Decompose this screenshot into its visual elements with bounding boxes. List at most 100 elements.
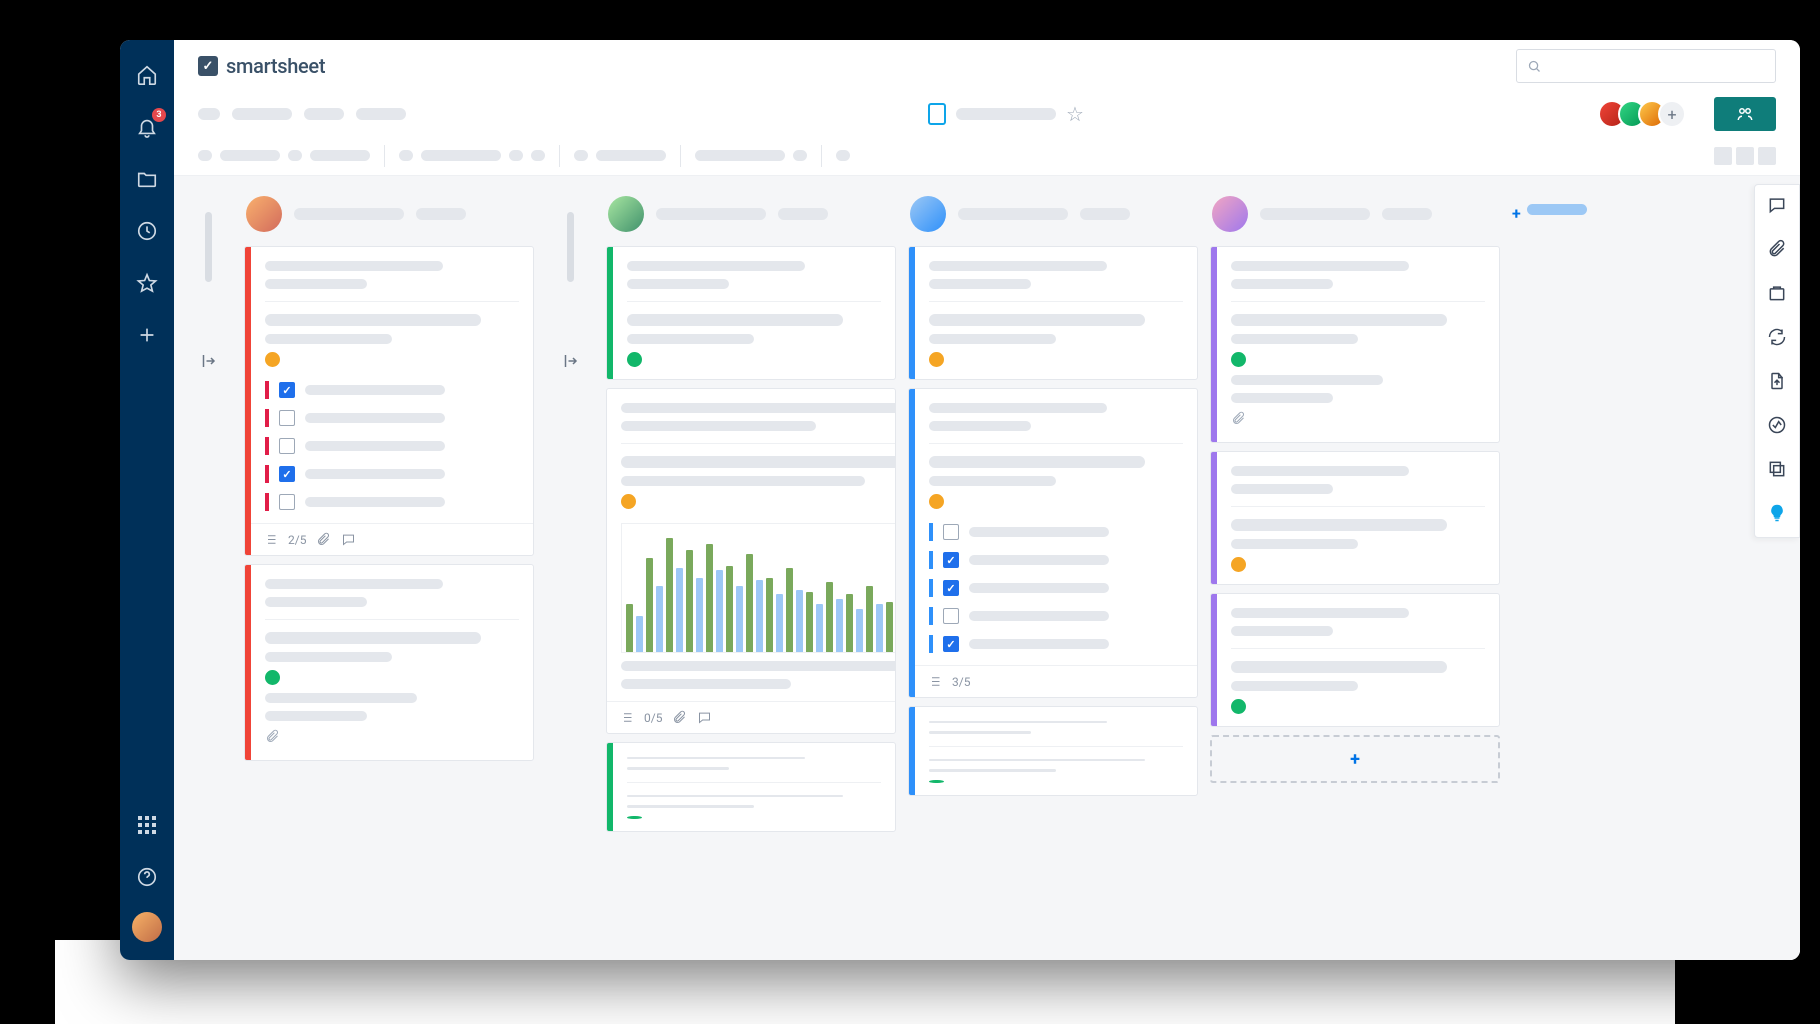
add-column-button[interactable]: + <box>1512 192 1587 960</box>
tool-skel[interactable] <box>596 150 666 161</box>
kanban-card[interactable] <box>1210 246 1500 443</box>
nav-add[interactable] <box>130 318 164 352</box>
doc-icon <box>928 103 946 125</box>
column-avatar[interactable] <box>246 196 282 232</box>
tool-skel[interactable] <box>421 150 501 161</box>
nav-browse[interactable] <box>130 162 164 196</box>
checkbox[interactable] <box>943 636 959 652</box>
checklist-item[interactable] <box>929 551 1183 569</box>
tool-skel[interactable] <box>220 150 280 161</box>
kanban-card[interactable] <box>1210 593 1500 727</box>
text-placeholder <box>929 261 1107 271</box>
titlebar: ☆ + <box>174 92 1800 136</box>
tool-skel[interactable] <box>399 150 413 161</box>
tool-skel[interactable] <box>695 150 785 161</box>
text-placeholder <box>1231 608 1409 618</box>
kanban-card[interactable]: 3/5 <box>908 388 1198 698</box>
add-collaborator-button[interactable]: + <box>1658 100 1686 128</box>
app-window: 3 smartsheet <box>120 40 1800 960</box>
tool-skel[interactable] <box>836 150 850 161</box>
checklist-item[interactable] <box>929 523 1183 541</box>
text-placeholder <box>1231 393 1333 403</box>
card-footer: 3/5 <box>915 665 1197 697</box>
notification-badge: 3 <box>152 108 166 122</box>
text-placeholder <box>929 279 1031 289</box>
tool-skel[interactable] <box>198 150 212 161</box>
kanban-card[interactable] <box>908 706 1198 796</box>
proof-icon[interactable] <box>1767 283 1787 307</box>
checklist-item[interactable] <box>929 635 1183 653</box>
attachment-icon[interactable] <box>1767 239 1787 263</box>
nav-home[interactable] <box>130 58 164 92</box>
text-placeholder <box>305 413 445 423</box>
view-switcher[interactable] <box>1714 147 1776 165</box>
versions-icon[interactable] <box>1767 459 1787 483</box>
nav-favorites[interactable] <box>130 266 164 300</box>
comment-icon[interactable] <box>1767 195 1787 219</box>
tool-skel[interactable] <box>574 150 588 161</box>
tool-skel[interactable] <box>531 150 545 161</box>
tool-skel[interactable] <box>310 150 370 161</box>
text-placeholder <box>621 403 896 413</box>
text-placeholder <box>265 334 392 344</box>
text-placeholder <box>1231 539 1358 549</box>
checkbox[interactable] <box>279 410 295 426</box>
kanban-card[interactable] <box>1210 451 1500 585</box>
kanban-card[interactable]: 0/5 <box>606 388 896 734</box>
checklist-item[interactable] <box>929 579 1183 597</box>
search-input[interactable] <box>1516 49 1776 83</box>
column-avatar[interactable] <box>910 196 946 232</box>
activity-icon[interactable] <box>1767 415 1787 439</box>
kanban-card[interactable]: 2/5 <box>244 246 534 556</box>
checklist-item[interactable] <box>265 437 519 455</box>
checkbox[interactable] <box>279 382 295 398</box>
kanban-card[interactable] <box>244 564 534 761</box>
tool-skel[interactable] <box>793 150 807 161</box>
checklist-item[interactable] <box>265 465 519 483</box>
status-dot <box>621 494 636 509</box>
status-dot <box>627 352 642 367</box>
expand-icon[interactable] <box>561 352 579 370</box>
favorite-star-icon[interactable]: ☆ <box>1066 102 1084 126</box>
text-placeholder <box>929 476 1056 486</box>
checkbox[interactable] <box>943 552 959 568</box>
checkbox[interactable] <box>279 466 295 482</box>
expand-icon[interactable] <box>199 352 217 370</box>
checklist-item[interactable] <box>265 493 519 511</box>
idea-icon[interactable] <box>1767 503 1787 527</box>
export-icon[interactable] <box>1767 371 1787 395</box>
nav-help[interactable] <box>130 860 164 894</box>
nav-profile-avatar[interactable] <box>132 912 162 942</box>
plus-icon: + <box>1512 204 1521 223</box>
share-button[interactable] <box>1714 97 1776 131</box>
checkbox[interactable] <box>279 494 295 510</box>
checkbox[interactable] <box>943 580 959 596</box>
nav-notifications[interactable]: 3 <box>130 110 164 144</box>
text-placeholder <box>969 555 1109 565</box>
refresh-icon[interactable] <box>1767 327 1787 351</box>
column-avatar[interactable] <box>1212 196 1248 232</box>
right-rail <box>1754 184 1800 538</box>
logo[interactable]: smartsheet <box>198 54 325 78</box>
scroll-indicator[interactable] <box>567 212 574 282</box>
text-placeholder <box>1080 208 1130 220</box>
checklist-item[interactable] <box>929 607 1183 625</box>
column-avatar[interactable] <box>608 196 644 232</box>
kanban-card[interactable] <box>606 742 896 832</box>
checkbox[interactable] <box>943 608 959 624</box>
checklist-item[interactable] <box>265 381 519 399</box>
checkbox[interactable] <box>943 524 959 540</box>
kanban-card[interactable] <box>606 246 896 380</box>
tool-skel[interactable] <box>288 150 302 161</box>
scroll-indicator[interactable] <box>205 212 212 282</box>
kanban-card[interactable] <box>908 246 1198 380</box>
tool-skel[interactable] <box>509 150 523 161</box>
nav-apps[interactable] <box>130 808 164 842</box>
nav-recents[interactable] <box>130 214 164 248</box>
checkbox[interactable] <box>279 438 295 454</box>
text-placeholder <box>627 795 843 798</box>
text-placeholder <box>969 583 1109 593</box>
add-card-button[interactable]: + <box>1210 735 1500 783</box>
text-placeholder <box>627 334 754 344</box>
checklist-item[interactable] <box>265 409 519 427</box>
